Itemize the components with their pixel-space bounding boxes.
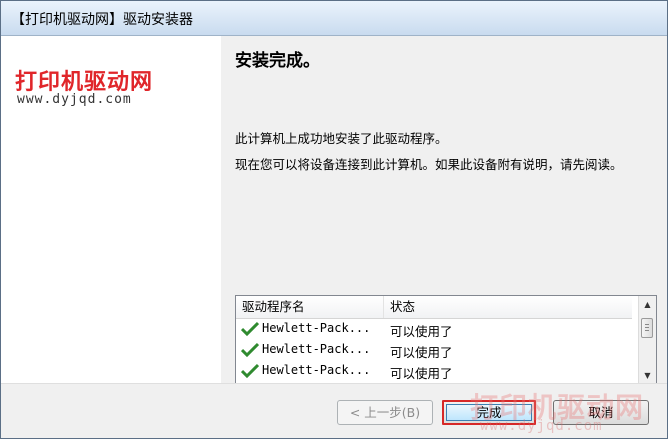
content-panel: 安装完成。 此计算机上成功地安装了此驱动程序。 现在您可以将设备连接到此计算机。… (221, 36, 667, 385)
driver-name: Hewlett-Pack... (262, 363, 371, 377)
scroll-down-arrow-icon[interactable]: ▼ (639, 367, 656, 384)
scroll-up-arrow-icon[interactable]: ▲ (639, 296, 656, 313)
list-item[interactable]: Hewlett-Pack... 可以使用了 (236, 361, 632, 382)
list-item[interactable]: Hewlett-Pack... 可以使用了 (236, 340, 632, 361)
check-icon (241, 342, 259, 358)
driver-list[interactable]: 驱动程序名 状态 Hewlett-Pack... 可以使用了 Hewlett-P… (235, 295, 657, 385)
check-icon (241, 321, 259, 337)
driver-status: 可以使用了 (390, 345, 453, 360)
column-header-status[interactable]: 状态 (384, 296, 632, 318)
completion-heading: 安装完成。 (235, 51, 320, 71)
watermark-url: www.dyjqd.com (480, 418, 603, 434)
vertical-scrollbar[interactable]: ▲ ▼ (638, 296, 656, 384)
driver-name: Hewlett-Pack... (262, 342, 371, 356)
installer-window: 【打印机驱动网】驱动安装器 打印机驱动网 www.dyjqd.com 安装完成。… (0, 0, 668, 439)
list-item[interactable]: Hewlett-Pack... 可以使用了 (236, 319, 632, 340)
brand-url: www.dyjqd.com (17, 92, 132, 107)
list-rows: Hewlett-Pack... 可以使用了 Hewlett-Pack... 可以… (236, 319, 632, 382)
column-header-driver-name[interactable]: 驱动程序名 (236, 296, 384, 318)
connect-device-message: 现在您可以将设备连接到此计算机。如果此设备附有说明，请先阅读。 (235, 157, 623, 172)
driver-status: 可以使用了 (390, 366, 453, 381)
list-header: 驱动程序名 状态 (236, 296, 632, 319)
check-icon (241, 363, 259, 379)
title-bar[interactable]: 【打印机驱动网】驱动安装器 (1, 1, 667, 36)
success-message: 此计算机上成功地安装了此驱动程序。 (235, 131, 448, 146)
driver-name: Hewlett-Pack... (262, 321, 371, 335)
window-title: 【打印机驱动网】驱动安装器 (11, 12, 193, 28)
driver-status: 可以使用了 (390, 324, 453, 339)
scrollbar-thumb[interactable] (641, 318, 653, 338)
back-button[interactable]: < 上一步(B) (337, 400, 433, 425)
left-branding-panel: 打印机驱动网 www.dyjqd.com (1, 36, 221, 383)
